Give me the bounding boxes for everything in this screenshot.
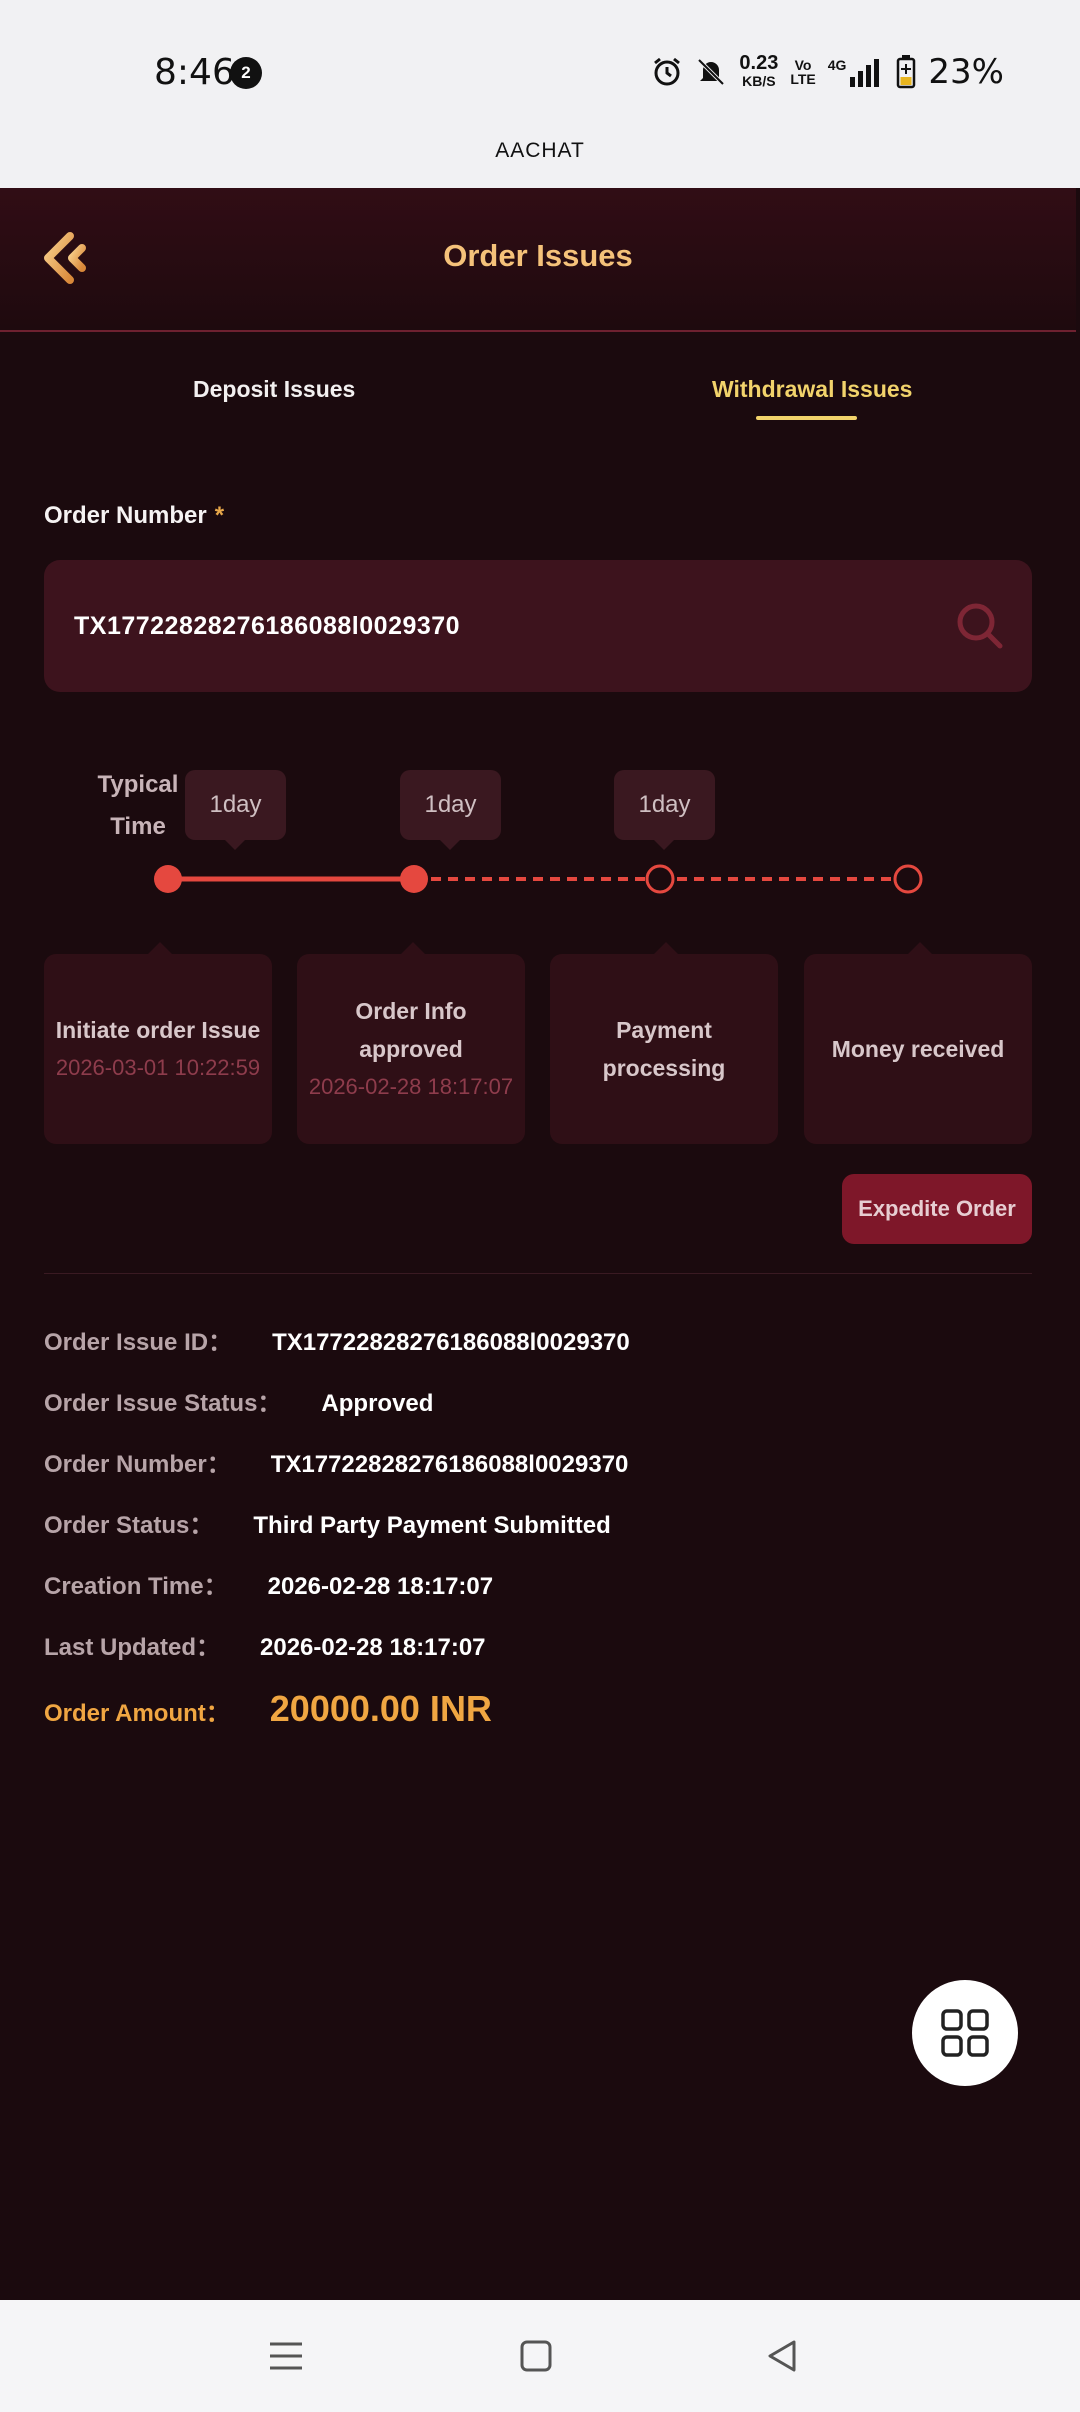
step-card-initiate: Initiate order Issue 2026-03-01 10:22:59 [44, 942, 272, 1144]
status-time: 8:46 [154, 52, 235, 93]
duration-bubble: 1day [185, 770, 286, 850]
progress-timeline [154, 864, 923, 894]
step-title: Payment processing [602, 1017, 726, 1081]
system-nav-bar [0, 2300, 1080, 2412]
step-card-approved: Order Info approved 2026-02-28 18:17:07 [297, 942, 525, 1144]
volte-indicator: Vo LTE [790, 57, 816, 87]
expedite-order-button[interactable]: Expedite Order [842, 1174, 1032, 1244]
app-title: AACHAT [0, 128, 1080, 188]
step-title: Order Info approved [355, 998, 467, 1062]
issue-tabs: Deposit Issues Withdrawal Issues [0, 360, 1076, 430]
battery-percent: 23% [928, 52, 1004, 92]
status-icons: 0.23 KB/S Vo LTE 4G 23% [651, 52, 1004, 92]
notification-badge: 2 [230, 57, 262, 89]
detail-issue-status: Order Issue Status： Approved [44, 1390, 434, 1417]
page-title: Order Issues [443, 238, 633, 273]
status-bar: 8:46 2 0.23 KB/S Vo LTE 4G 23% [0, 0, 1080, 128]
step-date: 2026-03-01 10:22:59 [55, 1055, 261, 1080]
duration-bubble: 1day [400, 770, 501, 850]
page-header: Order Issues [0, 188, 1076, 332]
alarm-icon [654, 57, 681, 86]
net-speed: 0.23 KB/S [739, 52, 779, 89]
step-card-received: Money received [804, 942, 1032, 1144]
back-triangle-icon[interactable] [756, 2330, 808, 2382]
signal-icon [850, 59, 880, 87]
search-icon[interactable] [954, 600, 1006, 652]
timeline-node-pending [893, 864, 923, 894]
order-number-field [44, 560, 1032, 692]
order-number-input[interactable] [74, 560, 954, 692]
detail-order-number: Order Number： TX17722828276186088l0029370 [44, 1451, 629, 1478]
required-mark: * [214, 502, 225, 529]
detail-order-amount: Order Amount： 20000.00 INR [44, 1688, 492, 1729]
step-date: 2026-02-28 18:17:07 [308, 1074, 514, 1099]
menu-icon[interactable] [260, 2330, 312, 2382]
step-title: Money received [831, 1036, 1005, 1062]
detail-order-status: Order Status： Third Party Payment Submitt… [44, 1512, 611, 1539]
battery-icon [897, 55, 916, 89]
mute-icon [697, 58, 725, 86]
detail-last-updated: Last Updated： 2026-02-28 18:17:07 [44, 1634, 486, 1661]
tab-withdrawal-issues[interactable]: Withdrawal Issues [712, 376, 912, 403]
grid-menu-button[interactable] [912, 1980, 1018, 2086]
step-title: Initiate order Issue [55, 1017, 261, 1043]
grid-menu-icon [941, 2009, 989, 2057]
home-square-icon[interactable] [510, 2330, 562, 2382]
step-card-payment: Payment processing [550, 942, 778, 1144]
timeline-node-done [154, 865, 182, 893]
typical-time-label: Typical Time [97, 771, 179, 840]
duration-bubble: 1day [614, 770, 715, 850]
divider [44, 1273, 1032, 1274]
signal-indicator: 4G [828, 57, 885, 87]
detail-issue-id: Order Issue ID： TX17722828276186088l00293… [44, 1329, 630, 1356]
order-number-label: Order Number * [44, 502, 225, 529]
tab-deposit-issues[interactable]: Deposit Issues [193, 376, 355, 403]
timeline-node-done [400, 865, 428, 893]
active-tab-indicator [756, 416, 857, 420]
timeline-node-pending [645, 864, 675, 894]
detail-creation-time: Creation Time： 2026-02-28 18:17:07 [44, 1573, 494, 1600]
